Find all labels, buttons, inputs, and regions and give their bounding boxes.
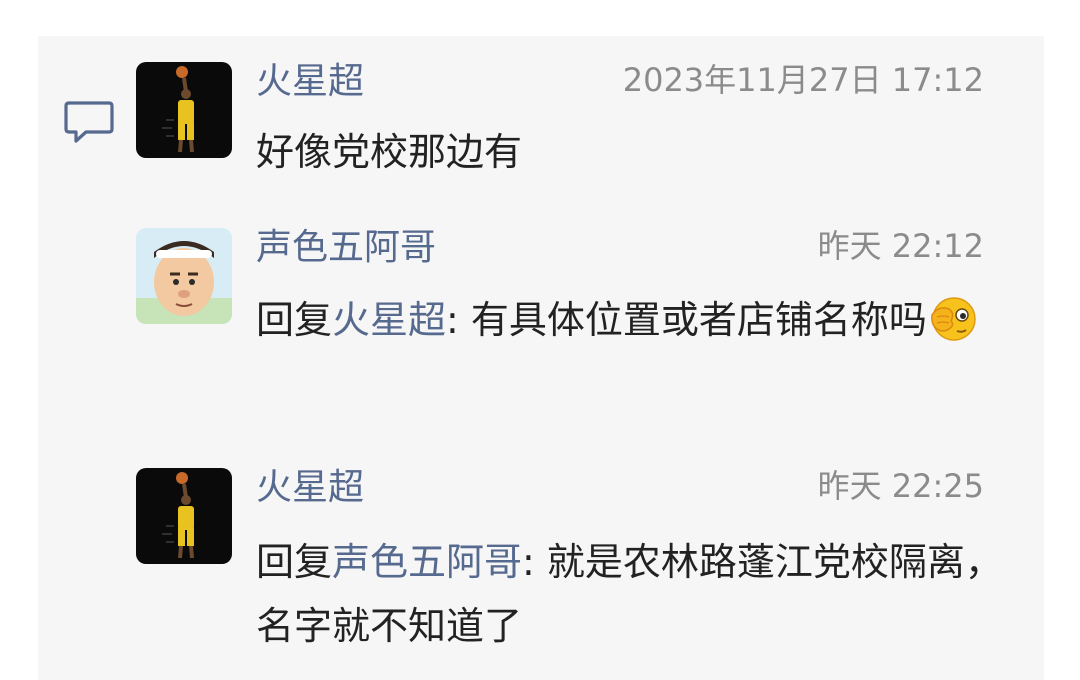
reply-mention[interactable]: 声色五阿哥: [332, 540, 522, 584]
reply-prefix: 回复: [256, 298, 333, 342]
comment-timestamp: 昨天 22:12: [817, 227, 984, 265]
comment-body: 有具体位置或者店铺名称吗: [458, 298, 927, 342]
cartoon-face-avatar[interactable]: [136, 228, 232, 324]
basketball-player-avatar[interactable]: [136, 62, 232, 158]
basketball-player-avatar[interactable]: [136, 468, 232, 564]
comment-text[interactable]: 回复火星超: 有具体位置或者店铺名称吗: [256, 288, 1016, 352]
comment-author[interactable]: 声色五阿哥: [256, 226, 436, 270]
reply-separator: :: [446, 298, 459, 342]
reply-mention[interactable]: 火星超: [332, 298, 446, 342]
comment-author[interactable]: 火星超: [256, 466, 364, 510]
comment-icon[interactable]: [64, 100, 114, 144]
reply-prefix: 回复: [256, 540, 333, 584]
comment-timestamp: 2023年11月27日 17:12: [622, 61, 984, 99]
comment-body: 好像党校那边有: [256, 130, 523, 174]
comment-timestamp: 昨天 22:25: [817, 467, 984, 505]
face-with-hand-over-eye-emoji: [929, 293, 979, 343]
comment-text[interactable]: 好像党校那边有: [256, 120, 1016, 184]
comment-text[interactable]: 回复声色五阿哥: 就是农林路蓬江党校隔离，名字就不知道了: [256, 530, 1016, 658]
reply-separator: :: [522, 540, 535, 584]
comment-author[interactable]: 火星超: [256, 60, 364, 104]
